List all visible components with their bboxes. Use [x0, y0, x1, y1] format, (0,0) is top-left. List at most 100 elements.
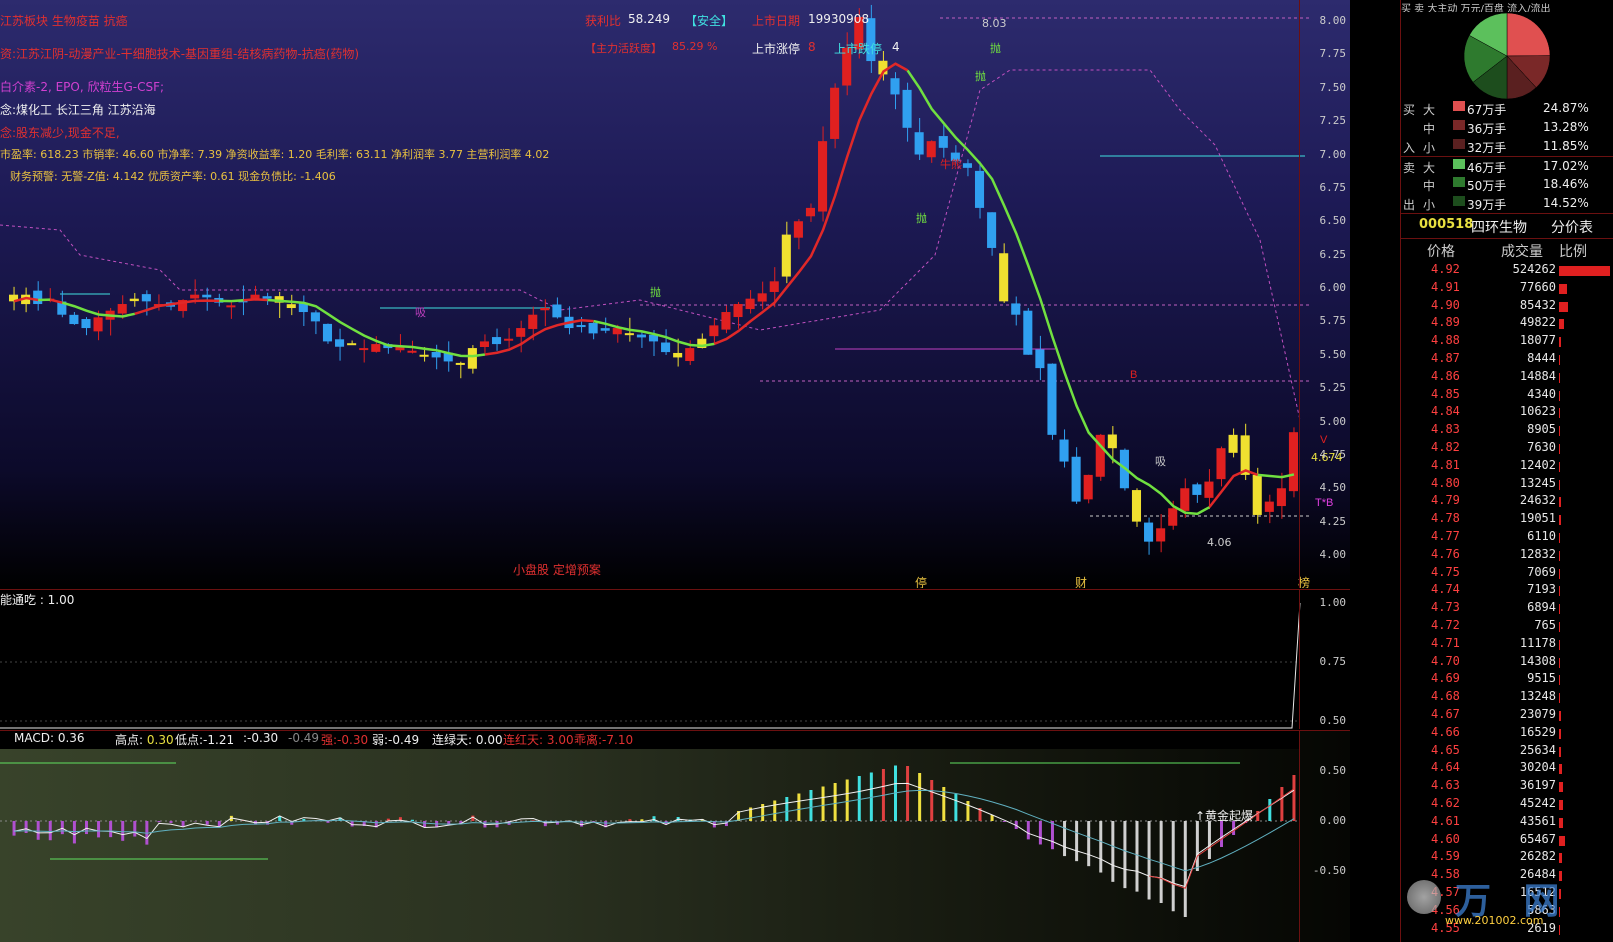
row-ratio-bar: [1559, 639, 1561, 650]
price-volume-row[interactable]: 4.62 45242: [1401, 796, 1613, 814]
price-volume-row[interactable]: 4.77 6110: [1401, 529, 1613, 547]
price-volume-row[interactable]: 4.71 11178: [1401, 636, 1613, 654]
row-price: 4.87: [1431, 351, 1460, 365]
candle: [431, 344, 441, 370]
price-volume-row[interactable]: 4.78 19051: [1401, 511, 1613, 529]
candle-body: [117, 304, 127, 314]
candle: [33, 281, 43, 311]
candle: [286, 294, 296, 316]
indicator-panel[interactable]: 能通吃 : 1.00 1.00 0.75 0.50: [0, 589, 1350, 729]
row-volume: 6894: [1527, 600, 1556, 615]
candle: [9, 286, 19, 311]
price-volume-row[interactable]: 4.92 524262: [1401, 262, 1613, 280]
price-volume-row[interactable]: 4.63 36197: [1401, 778, 1613, 796]
price-volume-row[interactable]: 4.70 14308: [1401, 654, 1613, 672]
candle-body: [793, 221, 803, 238]
high-price-label: 8.03: [982, 17, 1007, 30]
price-volume-row[interactable]: 4.73 6894: [1401, 600, 1613, 618]
chart-annotation: 吸: [415, 307, 426, 319]
row-ratio-bar: [1559, 835, 1566, 846]
row-volume: 14308: [1519, 653, 1556, 668]
price-tick: 5.75: [1319, 314, 1347, 328]
row-price: 4.63: [1431, 778, 1460, 793]
price-volume-row[interactable]: 4.90 85432: [1401, 298, 1613, 316]
row-ratio-bar: [1559, 533, 1560, 543]
price-volume-row[interactable]: 4.72 765: [1401, 618, 1613, 636]
price-volume-row[interactable]: 4.91 77660: [1401, 280, 1613, 298]
price-volume-row[interactable]: 4.79 24632: [1401, 493, 1613, 511]
price-volume-row[interactable]: 4.65 25634: [1401, 743, 1613, 761]
candle: [298, 295, 308, 327]
candle-body: [335, 339, 345, 347]
price-volume-row[interactable]: 4.67 23079: [1401, 707, 1613, 725]
candle: [540, 299, 550, 327]
macd-header-bar: MACD: 0.36 高点: 0.30 低点:-1.21 :-0.30 -0.4…: [0, 731, 1300, 749]
candle: [902, 82, 912, 142]
row-volume: 13248: [1519, 689, 1556, 704]
table-title[interactable]: 分价表: [1551, 217, 1593, 237]
price-volume-row[interactable]: 4.80 13245: [1401, 476, 1613, 494]
row-volume: 12402: [1519, 457, 1556, 472]
price-volume-row[interactable]: 4.76 12832: [1401, 547, 1613, 565]
price-volume-row[interactable]: 4.86 14884: [1401, 369, 1613, 387]
price-volume-row[interactable]: 4.82 7630: [1401, 440, 1613, 458]
row-price: 4.74: [1431, 582, 1460, 597]
candle-body: [1180, 488, 1190, 511]
candle-body: [310, 312, 320, 322]
row-price: 4.75: [1431, 564, 1460, 579]
price-volume-row[interactable]: 4.74 7193: [1401, 582, 1613, 600]
candle-body: [93, 317, 103, 332]
price-volume-row[interactable]: 4.64 30204: [1401, 760, 1613, 778]
price-volume-row[interactable]: 4.88 18077: [1401, 333, 1613, 351]
price-volume-row[interactable]: 4.83 8905: [1401, 422, 1613, 440]
candle-body: [1276, 488, 1286, 507]
candle: [335, 328, 345, 361]
candle: [1071, 447, 1081, 504]
price-volume-row[interactable]: 4.68 13248: [1401, 689, 1613, 707]
candle: [564, 306, 574, 335]
price-tick: 6.50: [1319, 214, 1347, 228]
price-volume-row[interactable]: 4.69 9515: [1401, 671, 1613, 689]
bottom-tag: 小盘股 定增预案: [513, 563, 601, 577]
price-volume-row[interactable]: 4.89 49822: [1401, 315, 1613, 333]
price-volume-row[interactable]: 4.81 12402: [1401, 458, 1613, 476]
row-ratio-bar: [1559, 337, 1561, 348]
candle: [226, 301, 236, 319]
row-volume: 25634: [1519, 742, 1556, 757]
shareholder-line: 念:股东减少,现金不足,: [0, 126, 120, 140]
row-price: 4.69: [1431, 671, 1460, 686]
macd-label-dea: -0.49: [288, 731, 320, 745]
price-tick: 4.75: [1319, 447, 1347, 461]
price-volume-row[interactable]: 4.85 4340: [1401, 387, 1613, 405]
price-volume-row[interactable]: 4.66 16529: [1401, 725, 1613, 743]
indicator-canvas: [0, 602, 1301, 729]
row-volume: 49822: [1519, 315, 1556, 330]
price-volume-row[interactable]: 4.59 26282: [1401, 849, 1613, 867]
row-ratio-bar: [1559, 372, 1561, 383]
row-price: 4.65: [1431, 742, 1460, 757]
macd-label-deviation: 乖离:-7.10: [574, 733, 634, 747]
price-volume-row[interactable]: 4.60 65467: [1401, 832, 1613, 850]
profit-ratio-value: 58.249: [628, 12, 670, 26]
candle-body: [818, 141, 828, 212]
price-volume-row[interactable]: 4.75 7069: [1401, 565, 1613, 583]
macd-axis: 0.50 0.00 -0.50: [1299, 731, 1350, 942]
kline-canvas[interactable]: 抛抛抛抛吸吸牛熊BT*BV: [0, 0, 1350, 588]
price-volume-row[interactable]: 4.84 10623: [1401, 404, 1613, 422]
row-volume: 43561: [1519, 813, 1556, 828]
macd-label-weak: 弱:-0.49: [372, 733, 420, 747]
price-volume-row[interactable]: 4.87 8444: [1401, 351, 1613, 369]
row-ratio-bar: [1559, 728, 1561, 739]
marker-finance: 财: [1075, 576, 1088, 588]
price-tick: 7.25: [1319, 114, 1347, 128]
candle-body: [1047, 363, 1057, 435]
row-price: 4.61: [1431, 813, 1460, 828]
main-kline-chart[interactable]: 抛抛抛抛吸吸牛熊 B T*B V 江苏板块 生物疫苗 抗癌 资:江苏江阴-动漫产业-干…: [0, 0, 1350, 588]
macd-panel[interactable]: MACD: 0.36 高点: 0.30 低点:-1.21 :-0.30 -0.4…: [0, 730, 1350, 942]
price-volume-row[interactable]: 4.61 43561: [1401, 814, 1613, 832]
candle-body: [286, 304, 296, 309]
candle-body: [1144, 522, 1154, 542]
flow-size: 大: [1423, 103, 1436, 117]
row-price: 4.82: [1431, 440, 1460, 454]
candle: [347, 340, 357, 346]
